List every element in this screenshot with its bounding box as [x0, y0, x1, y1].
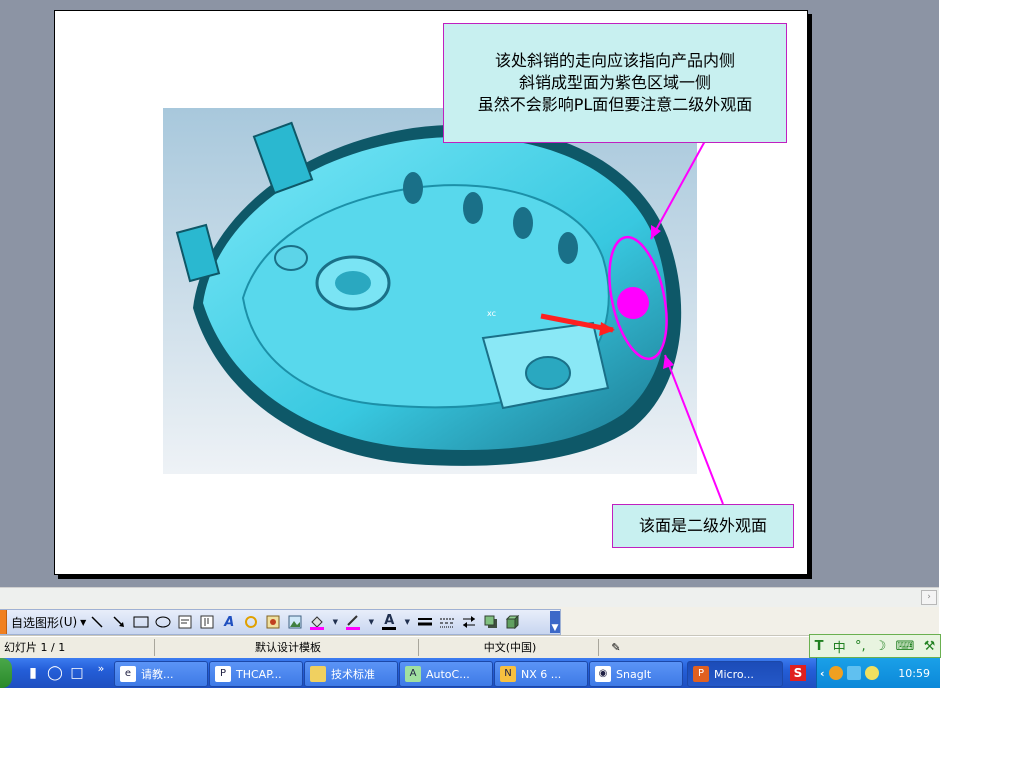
- ime-toolbar: T 中 °, ☽ ⌨ ⚒: [809, 634, 941, 658]
- callout-line-3: 虽然不会影响PL面但要注意二级外观面: [477, 95, 753, 114]
- tray-app-icon[interactable]: [828, 666, 843, 680]
- wordart-icon[interactable]: A: [221, 614, 237, 630]
- start-button[interactable]: [0, 658, 12, 688]
- chevron-down-icon[interactable]: ▼: [403, 614, 411, 630]
- tray-network-icon[interactable]: [846, 666, 861, 680]
- powerpoint-icon: P: [693, 666, 709, 682]
- picture-icon[interactable]: [287, 614, 303, 630]
- rectangle-icon[interactable]: [133, 614, 149, 630]
- font-color-glyph: A: [384, 612, 395, 628]
- taskbar-button-folder[interactable]: 技术标准: [304, 661, 398, 687]
- line-icon[interactable]: [89, 614, 105, 630]
- task-label: 技术标准: [331, 668, 375, 681]
- autoshapes-shortcut: (U): [59, 615, 78, 629]
- windows-taskbar: ▮ ◯ □ » e 请教... P THCAP... 技术标准 A AutoC... …: [0, 658, 940, 688]
- quicklaunch-more-icon[interactable]: »: [92, 660, 110, 678]
- oval-icon[interactable]: [155, 614, 171, 630]
- chevron-down-icon: ▼: [80, 617, 87, 627]
- quicklaunch-window-icon[interactable]: □: [68, 664, 86, 682]
- callout-line-1: 该处斜销的走向应该指向产品内侧: [494, 51, 735, 70]
- drawing-toolbar: 自选图形 (U) ▼ A ▼ ▼ A ▼ ▼: [0, 607, 939, 636]
- ime-width-toggle[interactable]: ☽: [875, 639, 887, 654]
- language-indicator: 中文(中国): [422, 639, 599, 656]
- ime-logo-icon[interactable]: T: [815, 639, 824, 654]
- slide-canvas[interactable]: xc 该处斜销的走向应该指向产品内侧 斜销成型面为紫色区域一侧 虽然不会影响PL…: [54, 10, 808, 575]
- task-label: NX 6 ...: [521, 667, 562, 681]
- folder-icon: [310, 666, 326, 682]
- task-label: Micro...: [714, 667, 754, 681]
- slide-workspace: xc 该处斜销的走向应该指向产品内侧 斜销成型面为紫色区域一侧 虽然不会影响PL…: [0, 0, 939, 587]
- spellcheck-icon[interactable]: ✎: [602, 639, 630, 656]
- vertical-textbox-icon[interactable]: [199, 614, 215, 630]
- diagram-icon[interactable]: [243, 614, 259, 630]
- line-color-icon[interactable]: [345, 614, 361, 630]
- clock[interactable]: 10:59: [898, 667, 930, 680]
- slide-index: 幻灯片 1 / 1: [4, 639, 155, 656]
- wrench-icon[interactable]: ⚒: [924, 639, 936, 654]
- task-label: AutoC...: [426, 667, 470, 681]
- tray-messenger-icon[interactable]: [864, 666, 879, 680]
- sogou-icon[interactable]: S: [790, 665, 806, 681]
- design-template: 默认设计模板: [158, 639, 419, 656]
- quicklaunch-desktop-icon[interactable]: ▮: [24, 664, 42, 682]
- line-style-icon[interactable]: [417, 614, 433, 630]
- horizontal-scrollbar[interactable]: ›: [0, 587, 939, 607]
- font-color-icon[interactable]: A: [381, 614, 397, 630]
- autocad-icon: A: [405, 666, 421, 682]
- scroll-right-icon[interactable]: ›: [921, 590, 937, 605]
- textbox-icon[interactable]: [177, 614, 193, 630]
- task-label: SnagIt: [616, 667, 652, 681]
- arrow-style-icon[interactable]: [461, 614, 477, 630]
- taskbar-button-nx[interactable]: N NX 6 ...: [494, 661, 588, 687]
- taskbar-button-powerpoint[interactable]: P Micro...: [687, 661, 783, 687]
- taskbar-button-ie[interactable]: e 请教...: [114, 661, 208, 687]
- callout-direction-note[interactable]: 该处斜销的走向应该指向产品内侧 斜销成型面为紫色区域一侧 虽然不会影响PL面但要…: [443, 23, 787, 143]
- ie-icon: e: [120, 666, 136, 682]
- status-bar: 幻灯片 1 / 1 默认设计模板 中文(中国) ✎: [0, 636, 939, 658]
- taskbar-button-thcap[interactable]: P THCAP...: [209, 661, 303, 687]
- thcap-icon: P: [215, 666, 231, 682]
- fill-color-icon[interactable]: [309, 614, 325, 630]
- task-label: 请教...: [141, 668, 174, 681]
- toolbar-grip[interactable]: [0, 610, 7, 634]
- toolbar-options-icon[interactable]: ▼: [550, 611, 560, 633]
- taskbar-button-autocad[interactable]: A AutoC...: [399, 661, 493, 687]
- 3d-icon[interactable]: [505, 614, 521, 630]
- autoshapes-label: 自选图形: [11, 615, 60, 630]
- callout-surface-note[interactable]: 该面是二级外观面: [612, 504, 794, 548]
- dash-style-icon[interactable]: [439, 614, 455, 630]
- keyboard-icon[interactable]: ⌨: [896, 639, 915, 654]
- axis-label: xc: [487, 309, 496, 318]
- quicklaunch-ie-icon[interactable]: ◯: [46, 664, 64, 682]
- autoshapes-menu[interactable]: 自选图形 (U) ▼: [11, 612, 86, 632]
- chevron-down-icon[interactable]: ▼: [367, 614, 375, 630]
- ime-punctuation-toggle[interactable]: °,: [855, 639, 866, 654]
- cad-part-image[interactable]: xc: [163, 108, 697, 474]
- system-tray: ‹ 10:59: [816, 658, 940, 688]
- arrow-icon[interactable]: [111, 614, 127, 630]
- taskbar-button-snagit[interactable]: ◉ SnagIt: [589, 661, 683, 687]
- callout-line-2: 斜销成型面为紫色区域一侧: [518, 73, 711, 92]
- nx-icon: N: [500, 666, 516, 682]
- shadow-icon[interactable]: [483, 614, 499, 630]
- task-label: THCAP...: [236, 667, 282, 681]
- chevron-down-icon[interactable]: ▼: [331, 614, 339, 630]
- tray-expand-icon[interactable]: ‹: [820, 667, 825, 680]
- ime-mode-toggle[interactable]: 中: [833, 637, 846, 656]
- clipart-icon[interactable]: [265, 614, 281, 630]
- snagit-icon: ◉: [595, 666, 611, 682]
